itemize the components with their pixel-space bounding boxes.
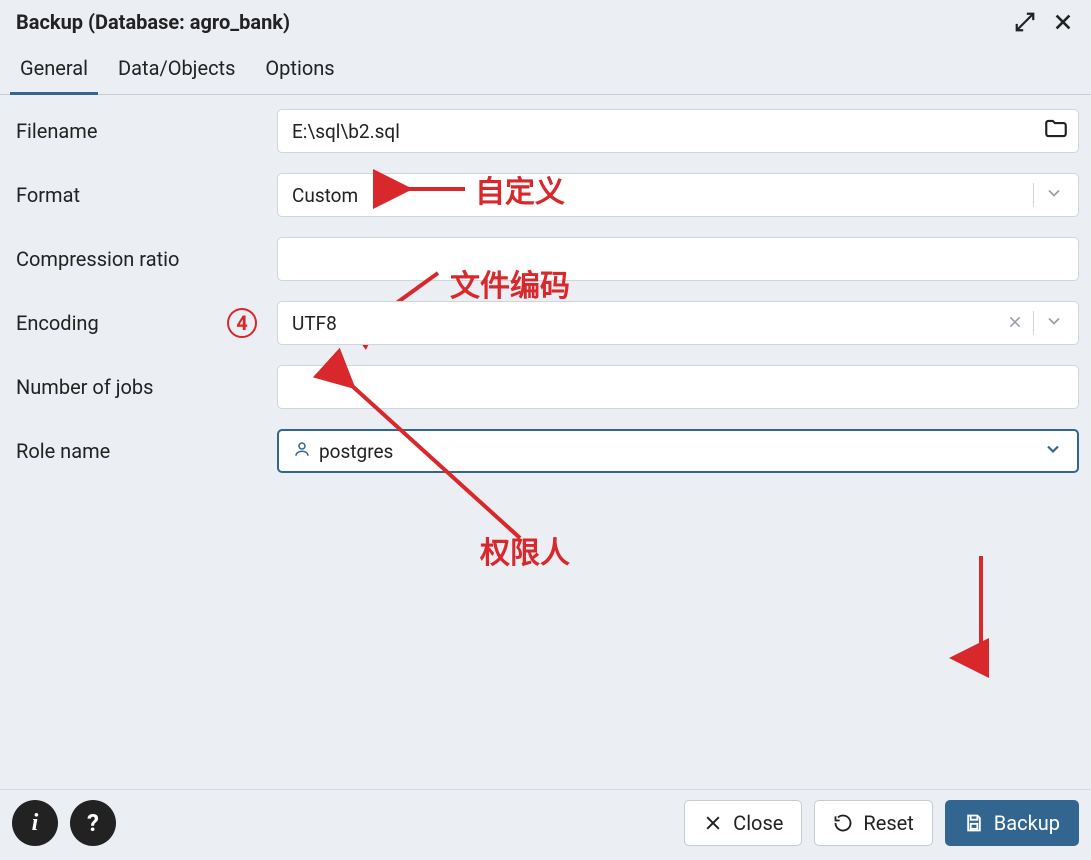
chevron-down-icon[interactable]	[1044, 183, 1064, 208]
label-role: Role name	[12, 439, 277, 463]
chevron-down-icon[interactable]	[1044, 311, 1064, 336]
row-role: Role name postgres	[12, 429, 1079, 473]
annotation-role-label: 权限人	[480, 528, 570, 572]
control-encoding: UTF8	[277, 301, 1079, 345]
encoding-value: UTF8	[292, 312, 337, 335]
row-filename: Filename E:\sql\b2.sql	[12, 109, 1079, 153]
tab-bar: General Data/Objects Options	[0, 44, 1091, 95]
row-format: Format Custom	[12, 173, 1079, 217]
format-value: Custom	[292, 184, 358, 207]
encoding-select[interactable]: UTF8	[277, 301, 1079, 345]
tab-options[interactable]: Options	[261, 44, 338, 94]
reset-button[interactable]: Reset	[814, 800, 932, 846]
folder-icon[interactable]	[1043, 116, 1069, 147]
row-encoding: Encoding 4 UTF8	[12, 301, 1079, 345]
role-select[interactable]: postgres	[277, 429, 1079, 473]
row-compression: Compression ratio 文件编码	[12, 237, 1079, 281]
help-icon-button[interactable]	[70, 800, 116, 846]
label-format: Format	[12, 183, 277, 207]
control-compression	[277, 237, 1079, 281]
divider	[1033, 183, 1034, 207]
control-filename: E:\sql\b2.sql	[277, 109, 1079, 153]
backup-button[interactable]: Backup	[945, 800, 1079, 846]
close-button[interactable]: Close	[684, 800, 802, 846]
maximize-icon[interactable]	[1013, 10, 1037, 34]
tab-general[interactable]: General	[16, 44, 92, 94]
dialog-title: Backup (Database: agro_bank)	[16, 10, 290, 34]
label-compression: Compression ratio	[12, 247, 277, 271]
label-jobs: Number of jobs	[12, 375, 277, 399]
tab-data-objects[interactable]: Data/Objects	[114, 44, 239, 94]
control-format: Custom	[277, 173, 1079, 217]
chevron-down-icon[interactable]	[1043, 439, 1063, 464]
row-jobs: Number of jobs	[12, 365, 1079, 409]
label-filename: Filename	[12, 119, 277, 143]
jobs-input[interactable]	[277, 365, 1079, 409]
form-general: Filename E:\sql\b2.sql Format Custom	[0, 95, 1091, 789]
close-button-label: Close	[733, 811, 783, 835]
label-encoding-text: Encoding	[16, 311, 99, 335]
backup-button-label: Backup	[994, 811, 1060, 835]
filename-value: E:\sql\b2.sql	[292, 120, 400, 143]
format-select[interactable]: Custom	[277, 173, 1079, 217]
close-icon[interactable]	[1051, 10, 1075, 34]
titlebar: Backup (Database: agro_bank)	[0, 0, 1091, 44]
backup-dialog: Backup (Database: agro_bank) General Dat…	[0, 0, 1091, 860]
user-icon	[293, 440, 311, 463]
divider	[1033, 311, 1034, 335]
role-value: postgres	[319, 440, 393, 463]
info-icon-button[interactable]	[12, 800, 58, 846]
clear-icon[interactable]	[1007, 312, 1023, 335]
control-role: postgres	[277, 429, 1079, 473]
annotation-circled-number: 4	[227, 308, 257, 338]
footer: Close Reset Backup	[0, 789, 1091, 860]
reset-button-label: Reset	[863, 811, 913, 835]
filename-input[interactable]: E:\sql\b2.sql	[277, 109, 1079, 153]
annotation-backup-arrow	[961, 550, 1001, 670]
control-jobs	[277, 365, 1079, 409]
label-encoding: Encoding 4	[12, 311, 277, 335]
compression-input[interactable]	[277, 237, 1079, 281]
window-controls	[1013, 10, 1075, 34]
